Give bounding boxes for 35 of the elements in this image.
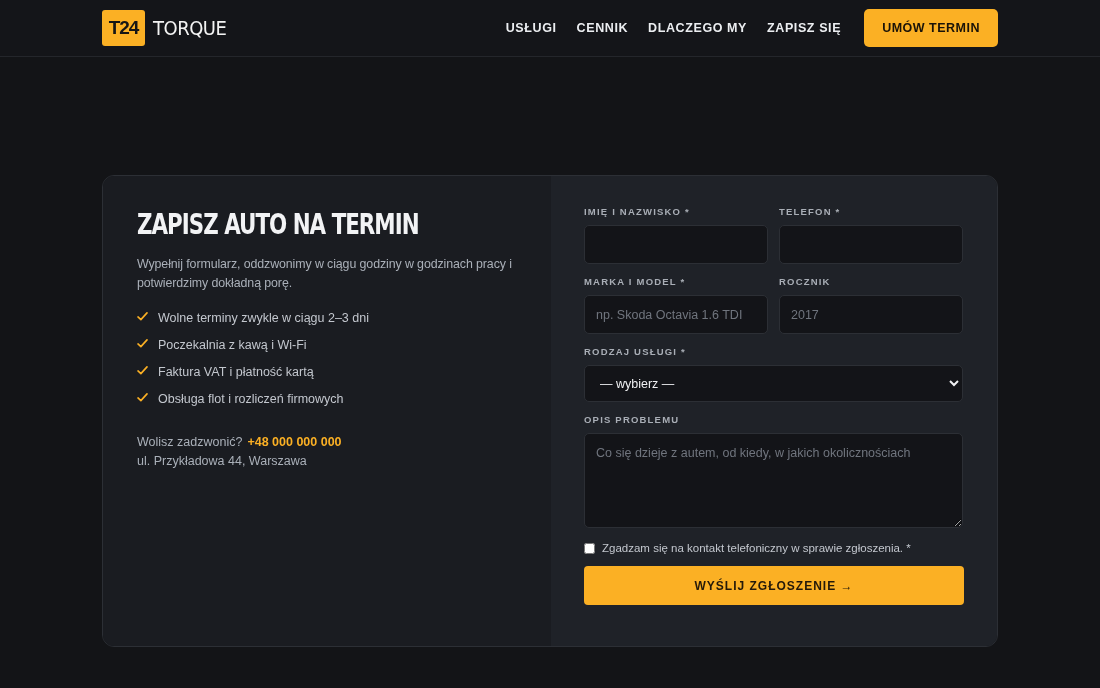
description-field[interactable]: Co się dzieje z autem, od kiedy, w jakich okolicznościach — [584, 433, 963, 528]
input-field[interactable] — [584, 225, 768, 264]
call-prompt: Wolisz zadzwonić? — [137, 433, 243, 451]
logo-text[interactable]: TORQUE — [153, 16, 227, 40]
field-label: ROCZNIK — [779, 276, 832, 288]
nav-link[interactable]: ZAPISZ SIĘ — [767, 21, 842, 35]
nav-link[interactable]: DLACZEGO MY — [648, 21, 748, 35]
field-label: RODZAJ USŁUGI * — [584, 346, 687, 358]
field-label: IMIĘ I NAZWISKO * — [584, 206, 691, 218]
check-icon — [137, 338, 148, 348]
consent-label: Zgadzam się na kontakt telefoniczny w sprawie zgłoszenia. * — [602, 542, 911, 554]
feature-text: Faktura VAT i płatność kartą — [158, 365, 314, 380]
feature-text: Poczekalnia z kawą i Wi-Fi — [158, 338, 307, 353]
book-button[interactable]: UMÓW TERMIN — [864, 9, 998, 47]
field-label: OPIS PROBLEMU — [584, 414, 681, 426]
nav-link[interactable]: CENNIK — [576, 21, 629, 35]
input-field[interactable]: 2017 — [779, 295, 963, 334]
submit-button[interactable]: WYŚLIJ ZGŁOSZENIE → — [584, 566, 964, 605]
phone-link[interactable]: +48 000 000 000 — [247, 432, 342, 452]
check-icon — [137, 392, 148, 402]
intro-text: Wypełnij formularz, oddzwonimy w ciągu godziny w godzinach pracy i potwierdzimy dokładną porę. — [137, 255, 513, 292]
feature-text: Obsługa flot i rozliczeń firmowych — [158, 392, 344, 407]
input-field[interactable]: np. Skoda Octavia 1.6 TDI — [584, 295, 768, 334]
check-icon — [137, 365, 148, 375]
nav-link[interactable]: USŁUGI — [505, 21, 557, 35]
field-label: TELEFON * — [779, 206, 842, 218]
check-icon — [137, 311, 148, 321]
address-text: ul. Przykładowa 44, Warszawa — [137, 452, 308, 470]
input-field[interactable] — [779, 225, 963, 264]
service-select[interactable]: — wybierz — — [584, 365, 963, 402]
logo-mark[interactable]: T24 — [102, 10, 145, 46]
feature-text: Wolne terminy zwykle w ciągu 2–3 dni — [158, 311, 369, 326]
section-title: ZAPISZ AUTO NA TERMIN — [137, 209, 420, 241]
consent-checkbox[interactable] — [584, 542, 595, 554]
field-label: MARKA I MODEL * — [584, 276, 687, 288]
